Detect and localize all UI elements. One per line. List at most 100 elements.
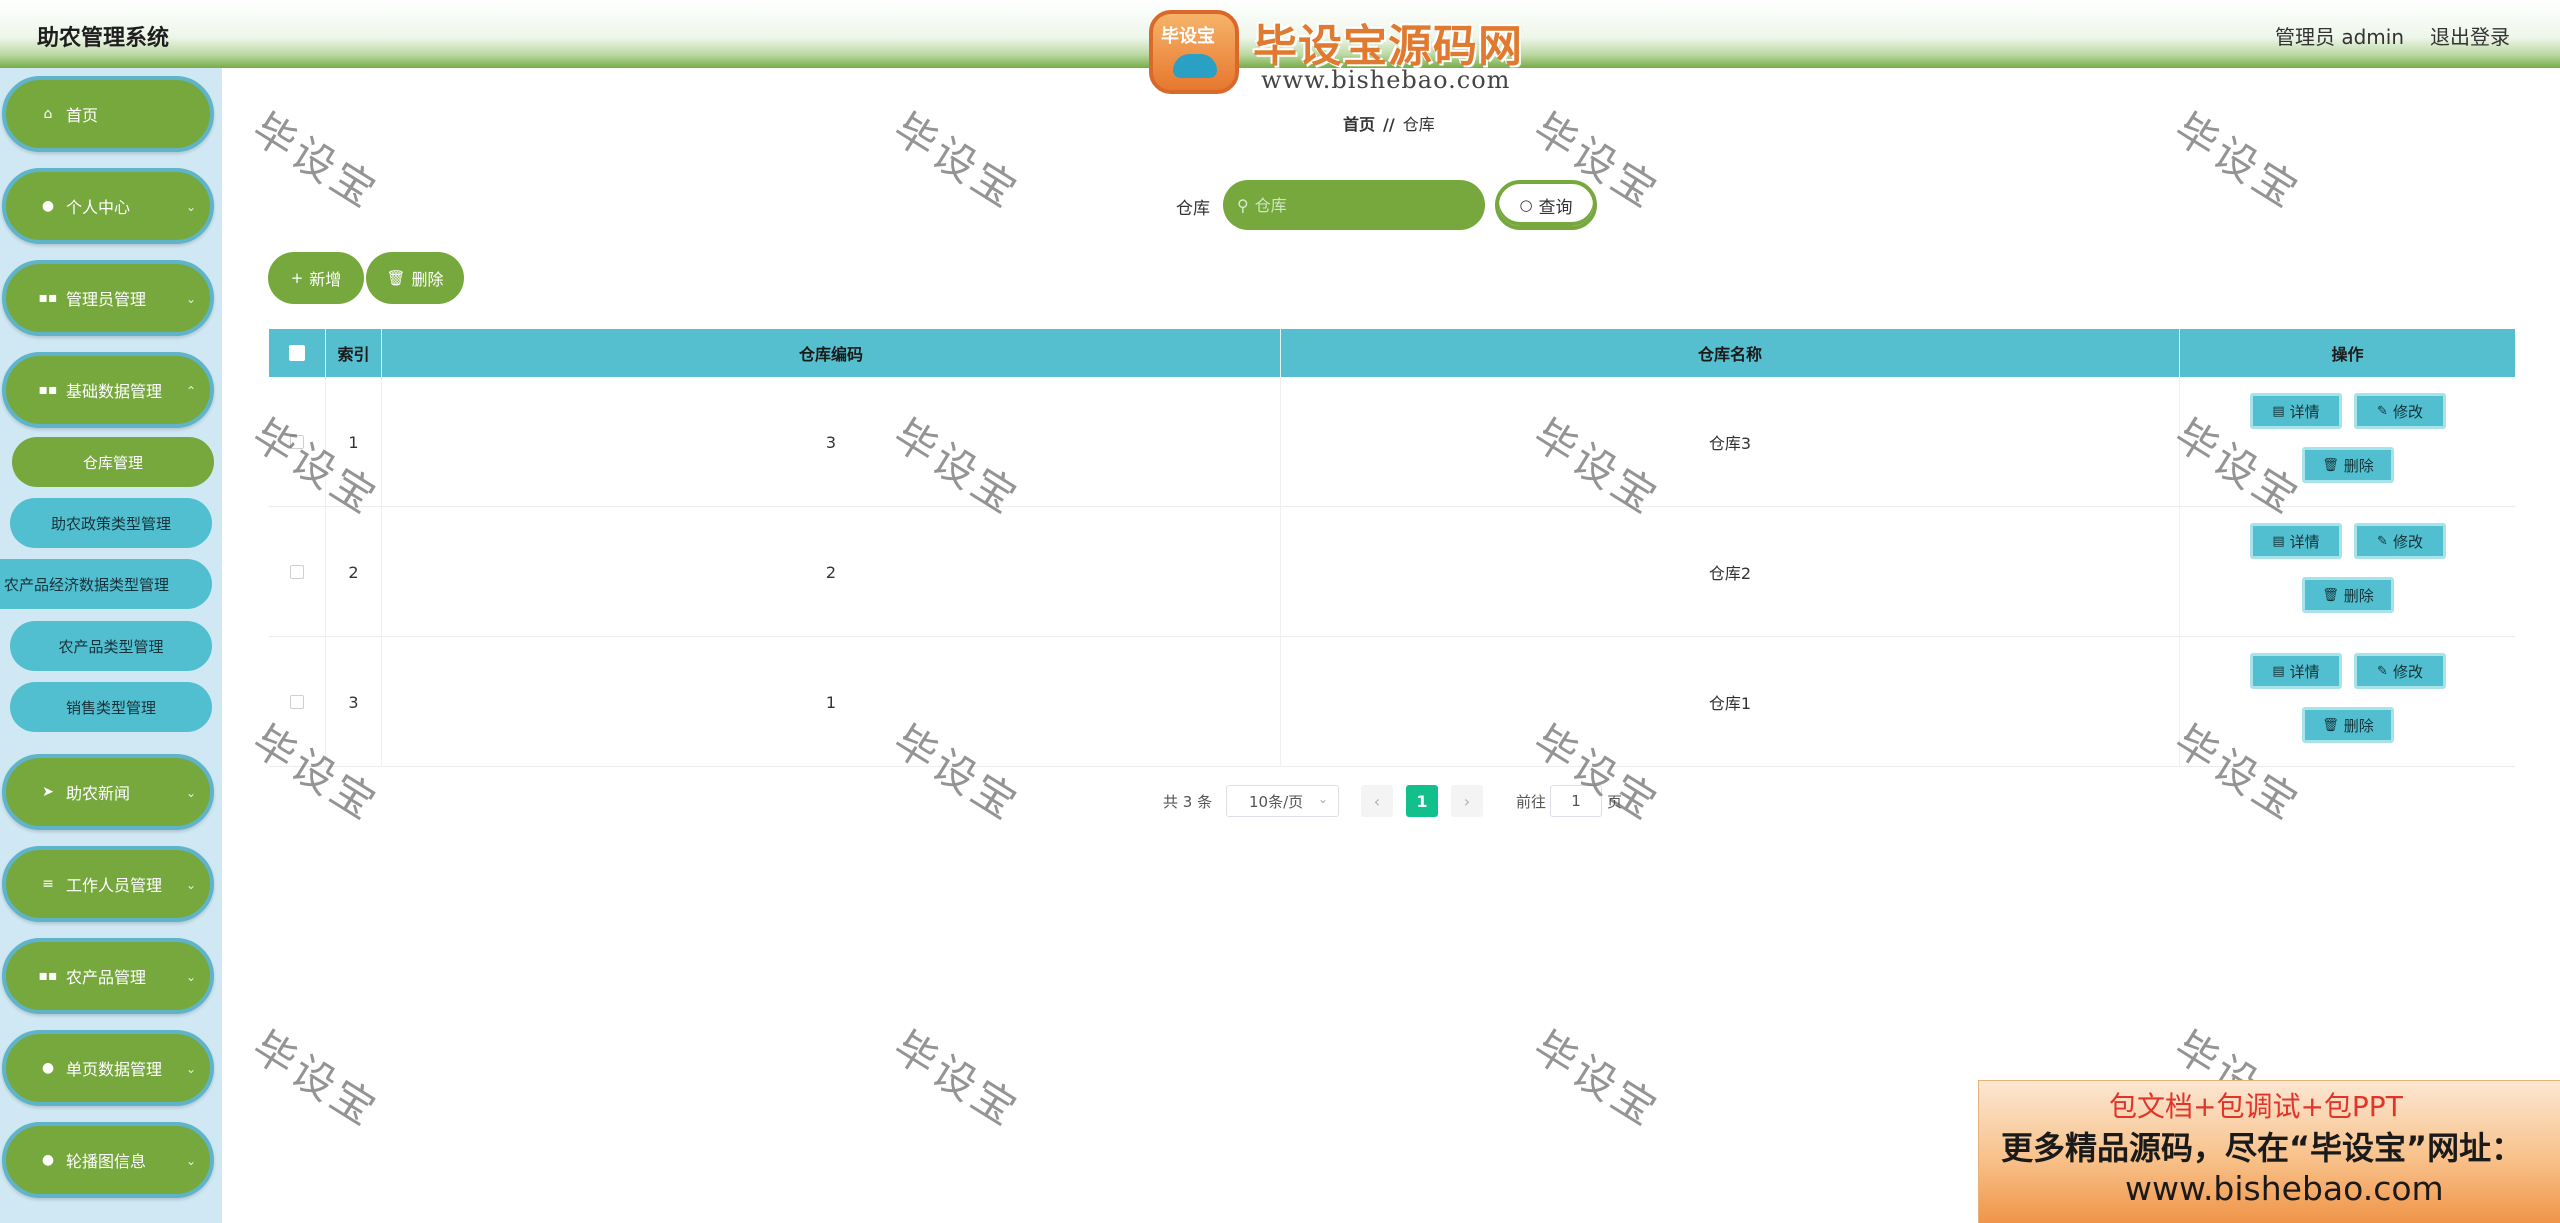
sidebar-item-label: 农产品管理	[66, 968, 147, 987]
delete-button-label: 删除	[2343, 456, 2374, 475]
row-select-cell	[269, 377, 326, 507]
grid-icon: ▪▪	[38, 290, 58, 306]
sidebar-subitem-label: 助农政策类型管理	[50, 514, 171, 533]
pagination-total: 共 3 条	[1163, 793, 1213, 811]
delete-button-label: 删除	[2343, 586, 2374, 605]
sidebar-subitem-warehouse[interactable]: 仓库管理	[12, 437, 214, 487]
cell-actions: ▤ 详情 ✎ 修改 🗑 删除	[2180, 377, 2515, 507]
page-suffix: 页	[1607, 793, 1623, 811]
sidebar-item-label: 单页数据管理	[66, 1060, 163, 1079]
grid-icon: ▪▪	[38, 968, 58, 984]
sidebar-subitem-economic-data-type[interactable]: 农产品经济数据类型管理	[0, 559, 212, 609]
chevron-left-icon: ‹	[1373, 791, 1381, 811]
logout-link[interactable]: 退出登录	[2430, 21, 2510, 50]
table-row: 3 1 仓库1 ▤ 详情 ✎ 修改 🗑 删除	[269, 637, 2515, 767]
select-all-cell	[269, 329, 326, 377]
list-icon: ≡	[42, 876, 54, 892]
query-button-label: 查询	[1538, 197, 1573, 218]
promo-banner[interactable]: 包文档+包调试+包PPT 更多精品源码，尽在“毕设宝”网址： www.bishe…	[1978, 1080, 2560, 1223]
sidebar-item-staff[interactable]: ≡ 工作人员管理 ⌄	[2, 846, 214, 922]
batch-delete-button-label: 删除	[411, 270, 444, 289]
sidebar-item-label: 首页	[66, 106, 99, 125]
edit-button-label: 修改	[2392, 402, 2423, 421]
trash-icon: 🗑	[386, 269, 406, 287]
sidebar-item-admin-management[interactable]: ▪▪ 管理员管理 ⌄	[2, 260, 214, 336]
sidebar-subitem-label: 销售类型管理	[65, 698, 156, 717]
chevron-down-icon: ⌄	[185, 292, 196, 306]
current-user-label: 管理员 admin	[2274, 25, 2404, 49]
edit-button[interactable]: ✎ 修改	[2354, 523, 2446, 559]
edit-button-label: 修改	[2392, 662, 2423, 681]
next-page-button[interactable]: ›	[1451, 785, 1483, 817]
batch-delete-button[interactable]: 🗑 删除	[366, 252, 464, 304]
logo-badge-text: 毕设宝	[1161, 26, 1215, 47]
grid-icon: ▪▪	[38, 382, 58, 398]
delete-button[interactable]: 🗑 删除	[2302, 577, 2394, 613]
add-button-label: 新增	[309, 270, 342, 289]
breadcrumb: 首页 // 仓库	[1343, 111, 1435, 135]
row-checkbox[interactable]	[290, 435, 304, 449]
search-box[interactable]: ⚲	[1223, 180, 1485, 230]
document-icon: ▤	[2272, 533, 2285, 549]
delete-button[interactable]: 🗑 删除	[2302, 707, 2394, 743]
watermark: 毕设宝	[243, 1021, 387, 1137]
sidebar-subitem-sales-type[interactable]: 销售类型管理	[10, 682, 212, 732]
row-checkbox[interactable]	[290, 565, 304, 579]
sidebar-item-products[interactable]: ▪▪ 农产品管理 ⌄	[2, 938, 214, 1014]
goto-page-input[interactable]	[1550, 785, 1602, 817]
watermark: 毕设宝	[243, 103, 387, 219]
delete-button[interactable]: 🗑 删除	[2302, 447, 2394, 483]
trash-icon: 🗑	[2322, 457, 2339, 473]
edit-button[interactable]: ✎ 修改	[2354, 653, 2446, 689]
plus-icon: +	[290, 269, 304, 287]
detail-button[interactable]: ▤ 详情	[2250, 653, 2342, 689]
sidebar-item-news[interactable]: ➤ 助农新闻 ⌄	[2, 754, 214, 830]
promo-url[interactable]: www.bishebao.com	[2125, 1169, 2444, 1208]
row-checkbox[interactable]	[290, 695, 304, 709]
page-size-value: 10条/页	[1249, 792, 1304, 811]
sidebar-item-basic-data[interactable]: ▪▪ 基础数据管理 ⌃	[2, 352, 214, 428]
watermark: 毕设宝	[1524, 1021, 1668, 1137]
table-header: 索引 仓库编码 仓库名称 操作	[269, 329, 2515, 377]
logo-face-icon	[1173, 54, 1217, 78]
search-icon: ○	[1519, 196, 1533, 214]
breadcrumb-separator: //	[1383, 115, 1395, 134]
cell-code: 3	[382, 377, 1281, 507]
pencil-icon: ✎	[2377, 533, 2388, 549]
send-icon: ➤	[42, 784, 54, 800]
cell-code: 1	[382, 637, 1281, 767]
cell-index: 3	[326, 637, 382, 767]
cell-name: 仓库2	[1281, 507, 2180, 637]
query-button[interactable]: ○ 查询	[1495, 180, 1597, 230]
document-icon: ▤	[2272, 403, 2285, 419]
chevron-down-icon: ⌄	[185, 878, 196, 892]
add-button[interactable]: + 新增	[268, 252, 364, 304]
cell-actions: ▤ 详情 ✎ 修改 🗑 删除	[2180, 507, 2515, 637]
sidebar-item-home[interactable]: ⌂ 首页	[2, 76, 214, 152]
select-all-checkbox[interactable]	[289, 345, 305, 361]
delete-button-label: 删除	[2343, 716, 2374, 735]
sidebar-item-single-page-data[interactable]: ● 单页数据管理 ⌄	[2, 1030, 214, 1106]
search-input[interactable]	[1254, 195, 1455, 215]
sidebar-item-personal-center[interactable]: ● 个人中心 ⌄	[2, 168, 214, 244]
sidebar-subitem-product-type[interactable]: 农产品类型管理	[10, 621, 212, 671]
logo-badge: 毕设宝	[1149, 10, 1239, 94]
chevron-down-icon: ⌄	[185, 786, 196, 800]
top-header: 助农管理系统 毕设宝 毕设宝源码网 www.bishebao.com 管理员 a…	[0, 0, 2560, 94]
column-header-name: 仓库名称	[1281, 329, 2180, 377]
sidebar-item-carousel[interactable]: ● 轮播图信息 ⌄	[2, 1122, 214, 1198]
page-number-button[interactable]: 1	[1406, 785, 1438, 817]
sidebar-item-label: 基础数据管理	[66, 382, 163, 401]
sidebar: ⌂ 首页 ● 个人中心 ⌄ ▪▪ 管理员管理 ⌄ ▪▪ 基础数据管理 ⌃ 仓库管…	[0, 68, 222, 1223]
sidebar-subitem-policy-type[interactable]: 助农政策类型管理	[10, 498, 212, 548]
detail-button[interactable]: ▤ 详情	[2250, 523, 2342, 559]
breadcrumb-home[interactable]: 首页	[1343, 115, 1375, 134]
detail-button[interactable]: ▤ 详情	[2250, 393, 2342, 429]
page-size-select[interactable]: 10条/页 ⌄	[1226, 785, 1339, 817]
edit-button[interactable]: ✎ 修改	[2354, 393, 2446, 429]
home-icon: ⌂	[43, 106, 53, 122]
sidebar-subitem-label: 仓库管理	[82, 453, 143, 472]
prev-page-button[interactable]: ‹	[1361, 785, 1393, 817]
user-icon: ●	[41, 1152, 55, 1168]
header-user-area: 管理员 admin 退出登录	[2275, 21, 2510, 50]
